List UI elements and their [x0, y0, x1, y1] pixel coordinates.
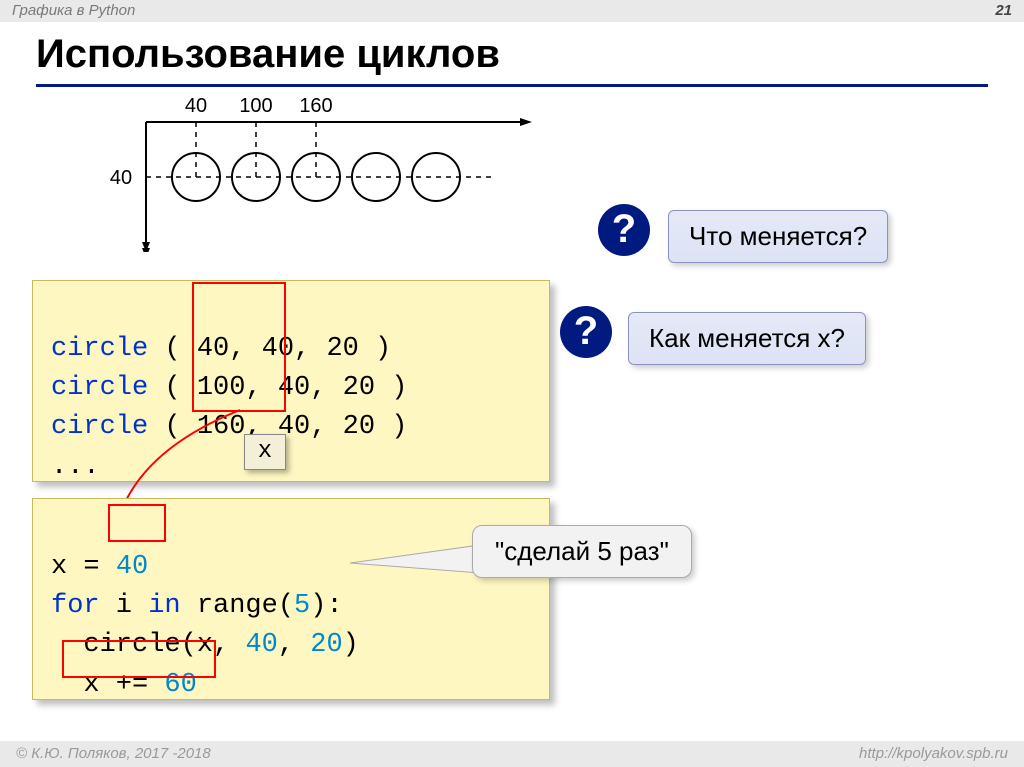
- xtick-100: 100: [239, 95, 272, 117]
- page-number: 21: [995, 0, 1012, 22]
- question-badge-2: ?: [560, 306, 612, 358]
- xtick-160: 160: [299, 95, 332, 117]
- ytick-40: 40: [110, 167, 132, 189]
- top-bar: Графика в Python 21: [0, 0, 1024, 22]
- slide-title: Использование циклов: [36, 32, 500, 77]
- callout-do-5-times: "сделай 5 раз": [472, 525, 692, 578]
- x-label-box: x: [244, 434, 286, 470]
- question-badge-1: ?: [598, 204, 650, 256]
- topic-label: Графика в Python: [12, 0, 135, 22]
- footer-link: http://kpolyakov.spb.ru: [859, 741, 1008, 767]
- callout-how-x-changes: Как меняется x?: [628, 312, 866, 365]
- callout-what-changes: Что меняется?: [668, 210, 888, 263]
- ellipsis: ...: [51, 452, 100, 482]
- kw-circle: circle: [51, 412, 148, 442]
- footer: © К.Ю. Поляков, 2017 -2018 http://kpolya…: [0, 741, 1024, 767]
- copyright: © К.Ю. Поляков, 2017 -2018: [16, 741, 211, 767]
- kw-circle: circle: [51, 334, 148, 364]
- kw-circle: circle: [51, 373, 148, 403]
- code-block-1: circle ( 40, 40, 20 ) circle ( 100, 40, …: [32, 280, 550, 482]
- slide: Графика в Python 21 Использование циклов…: [0, 0, 1024, 767]
- axis-diagram: 40 100 160 40: [96, 92, 536, 252]
- code-block-2: x = 40 for i in range(5): circle(x, 40, …: [32, 498, 550, 700]
- title-underline: [36, 84, 988, 87]
- xtick-40: 40: [185, 95, 207, 117]
